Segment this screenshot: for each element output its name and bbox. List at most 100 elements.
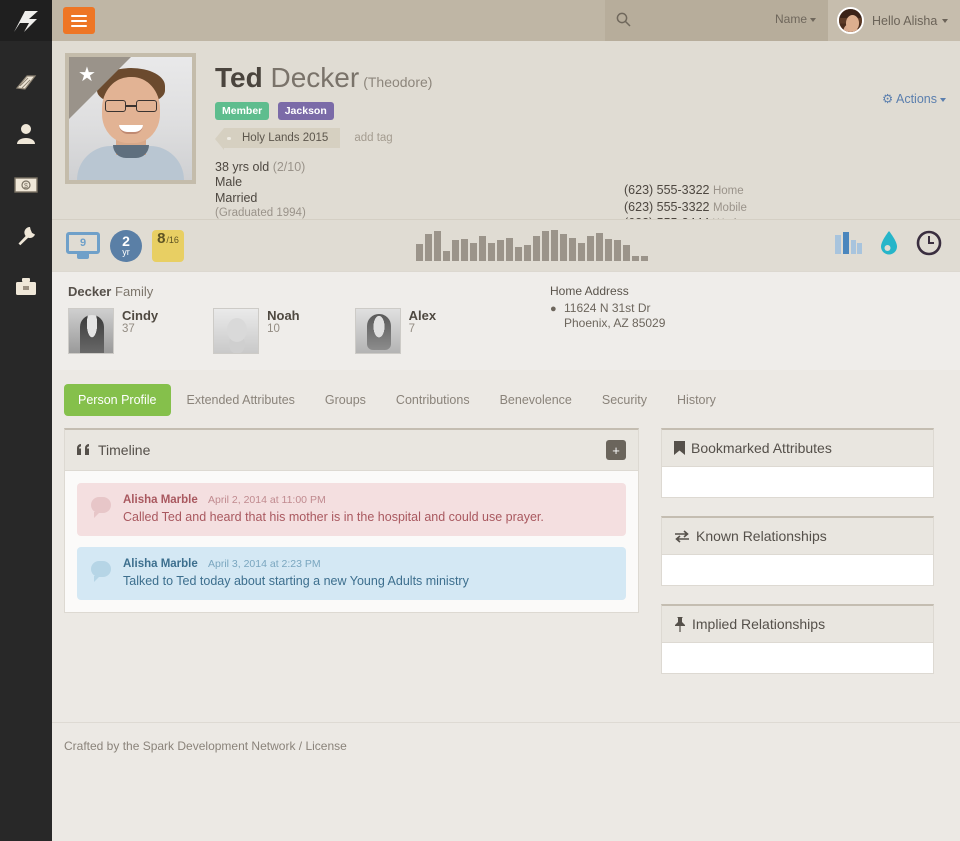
phone-number: (623) 555-3322 <box>624 183 710 197</box>
rock-logo-icon[interactable] <box>0 0 52 41</box>
top-bar: Name Hello Alisha <box>52 0 960 41</box>
person-photo[interactable]: ★ <box>65 53 196 184</box>
chart-bar <box>506 238 513 261</box>
chart-bar <box>569 238 576 261</box>
pushpin-icon <box>674 616 686 632</box>
avatar <box>213 308 260 354</box>
person-nickname: (Theodore) <box>363 74 433 90</box>
chart-bar <box>578 243 585 261</box>
list-item[interactable]: Alex 7 <box>354 308 437 354</box>
tab-history[interactable]: History <box>663 384 730 416</box>
known-relationships-header: Known Relationships <box>661 516 934 555</box>
chevron-down-icon <box>940 97 946 102</box>
tag-row: Holy Lands 2015 add tag <box>214 127 944 150</box>
note-author: Alisha Marble <box>123 558 198 570</box>
clock-icon[interactable] <box>916 230 942 261</box>
attendance-sparkline-chart <box>416 229 648 261</box>
note-timestamp: April 2, 2014 at 11:00 PM <box>207 494 326 506</box>
bar-chart-icon[interactable] <box>834 232 862 259</box>
tab-contributions[interactable]: Contributions <box>382 384 484 416</box>
family-surname: Decker <box>68 284 112 299</box>
sidebar-item-people[interactable] <box>0 108 52 159</box>
known-relationships-body <box>661 555 934 586</box>
duration-value: 2 <box>122 232 130 249</box>
page-title: Ted Decker (Theodore) <box>215 53 944 94</box>
family-label: Family <box>115 284 154 299</box>
tab-benevolence[interactable]: Benevolence <box>486 384 586 416</box>
note-text: Talked to Ted today about starting a new… <box>123 574 469 588</box>
tab-extended-attributes[interactable]: Extended Attributes <box>173 384 309 416</box>
chart-bar <box>452 240 459 261</box>
bookmarked-attributes-panel: Bookmarked Attributes <box>661 428 934 498</box>
campus-badge: Jackson <box>277 101 334 120</box>
chevron-down-icon <box>810 17 816 22</box>
tab-security[interactable]: Security <box>588 384 661 416</box>
application-window: $ Name Hello Alisha ★ Ted Decker (Theodo… <box>0 0 960 841</box>
actions-menu-button[interactable]: ⚙ Actions <box>882 91 946 106</box>
duration-unit: yr <box>122 246 130 257</box>
implied-relationships-header: Implied Relationships <box>661 604 934 643</box>
svg-text:$: $ <box>24 183 28 190</box>
actions-label: Actions <box>896 92 937 106</box>
timeline-column: Timeline + Alisha Marble April 2, 2014 a… <box>64 428 639 692</box>
note-timestamp: April 3, 2014 at 2:23 PM <box>207 558 321 570</box>
hamburger-icon[interactable] <box>63 7 95 34</box>
attendance-total: /16 <box>166 234 179 245</box>
chart-bar <box>623 245 630 261</box>
chart-bar <box>542 231 549 261</box>
person-tag[interactable]: Holy Lands 2015 <box>214 127 341 150</box>
family-member-name: Noah <box>267 308 300 323</box>
chart-bar <box>425 234 432 261</box>
family-title: Decker Family <box>68 284 944 299</box>
list-item[interactable]: Noah 10 <box>213 308 300 354</box>
chart-bar <box>461 239 468 261</box>
family-member-name: Alex <box>408 308 437 323</box>
chart-bar <box>596 233 603 261</box>
family-section: Decker Family Cindy 37 Noah 10 Alex 7 Ho… <box>52 271 960 370</box>
phone-label: Home <box>712 185 744 197</box>
sidebar-item-cms[interactable] <box>0 57 52 108</box>
list-item[interactable]: Alisha Marble April 3, 2014 at 2:23 PM T… <box>77 547 626 600</box>
gear-icon: ⚙ <box>881 92 894 106</box>
era-badge[interactable]: 9 <box>66 231 100 260</box>
list-item[interactable]: Cindy 37 <box>68 308 158 354</box>
bookmark-icon <box>674 441 685 455</box>
tab-groups[interactable]: Groups <box>311 384 380 416</box>
add-tag-button[interactable]: add tag <box>354 132 392 144</box>
chart-bar <box>434 231 441 261</box>
attending-duration-badge[interactable]: 2 yr <box>110 229 142 262</box>
person-badges: Member Jackson <box>215 101 944 120</box>
sidebar-item-power-tools[interactable] <box>0 261 52 312</box>
add-note-button[interactable]: + <box>606 440 626 460</box>
baptism-drop-icon[interactable] <box>880 231 898 260</box>
note-author: Alisha Marble <box>123 494 198 506</box>
sidebar-item-finance[interactable]: $ <box>0 159 52 210</box>
name-filter-dropdown[interactable]: Name <box>775 12 816 26</box>
chart-bar <box>533 236 540 261</box>
user-menu[interactable]: Hello Alisha <box>828 0 960 41</box>
page-canvas: ★ Ted Decker (Theodore) Member Jackson Ho… <box>52 41 960 841</box>
chart-bar <box>632 256 639 261</box>
chart-bar <box>443 251 450 261</box>
tab-bar: Person Profile Extended Attributes Group… <box>52 370 960 416</box>
comment-bubble-icon <box>91 561 111 582</box>
chart-bar <box>479 236 486 261</box>
chart-bar <box>470 243 477 261</box>
address-line-2: Phoenix, AZ 85029 <box>564 316 666 330</box>
main-content: Timeline + Alisha Marble April 2, 2014 a… <box>52 416 960 692</box>
person-facts: 38 yrs old (2/10) Male Married (Graduate… <box>215 160 944 222</box>
chart-bar <box>416 244 423 261</box>
rail-item-list: $ <box>0 41 52 312</box>
attendance-badge[interactable]: 8 /16 <box>152 229 184 262</box>
panel-title: Known Relationships <box>696 528 827 544</box>
timeline-panel-header: Timeline + <box>65 430 638 471</box>
chevron-down-icon <box>942 18 949 23</box>
tab-person-profile[interactable]: Person Profile <box>64 384 171 416</box>
search-input[interactable]: Name <box>605 0 828 41</box>
money-bill-icon: $ <box>14 176 38 193</box>
timeline-notes: Alisha Marble April 2, 2014 at 11:00 PM … <box>65 471 638 612</box>
implied-relationships-panel: Implied Relationships <box>661 604 934 674</box>
list-item[interactable]: Alisha Marble April 2, 2014 at 11:00 PM … <box>77 483 626 536</box>
sidebar-item-admin-tools[interactable] <box>0 210 52 261</box>
footer-link[interactable]: Crafted by the Spark Development Network… <box>64 739 347 753</box>
